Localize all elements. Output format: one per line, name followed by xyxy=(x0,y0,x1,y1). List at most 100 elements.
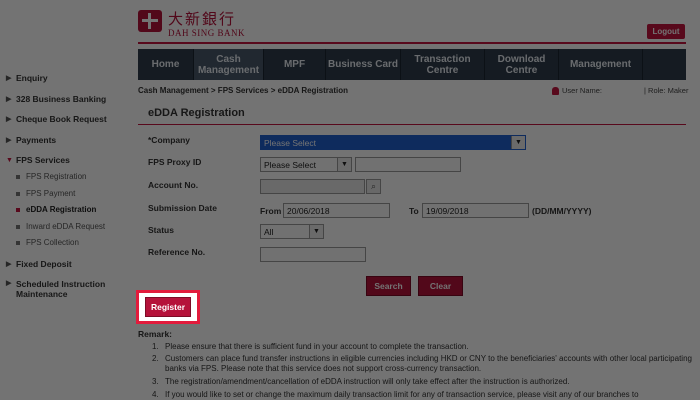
chevron-down-icon: ▼ xyxy=(511,136,525,149)
chevron-right-icon: ▶ xyxy=(6,137,12,144)
remark-item: 1. Please ensure that there is sufficien… xyxy=(152,342,692,352)
sidebar-subitem-inward-edda-request[interactable]: Inward eDDA Request xyxy=(16,222,105,231)
sidebar-subitem-edda-registration[interactable]: eDDA Registration xyxy=(16,205,96,214)
bank-logo-chinese: 大新銀行 xyxy=(168,10,237,28)
remark-item: 4. If you would like to set or change th… xyxy=(152,390,692,400)
bullet-icon xyxy=(16,240,20,245)
logout-button[interactable]: Logout xyxy=(647,24,685,39)
sidebar-item-label: FPS Services xyxy=(16,155,70,165)
page-title: eDDA Registration xyxy=(148,107,245,119)
to-label: To xyxy=(409,206,419,216)
sidebar-item-328-business-banking[interactable]: ▶ 328 Business Banking xyxy=(6,94,106,104)
main-nav: Home Cash Management MPF Business Card T… xyxy=(138,49,686,80)
date-format-hint: (DD/MM/YYYY) xyxy=(532,206,592,216)
title-divider xyxy=(138,124,686,125)
sidebar-subitem-label: FPS Registration xyxy=(26,172,87,181)
remark-number: 2. xyxy=(152,354,159,363)
chevron-right-icon: ▶ xyxy=(6,75,12,82)
bullet-icon xyxy=(16,224,20,229)
sidebar-item-label: Fixed Deposit xyxy=(16,259,72,269)
chevron-down-icon: ▼ xyxy=(309,225,323,238)
to-date-input[interactable]: 19/09/2018 xyxy=(422,203,529,218)
remark-text: The registration/amendment/cancellation … xyxy=(165,377,570,386)
sidebar-subitem-label: Inward eDDA Request xyxy=(26,222,106,231)
role-label: | Role: Maker xyxy=(644,86,689,95)
chevron-right-icon: ▶ xyxy=(6,280,12,287)
sidebar-item-label: Payments xyxy=(16,135,57,145)
sidebar-item-scheduled-instruction-maintenance[interactable]: ▶ Scheduled Instruction Maintenance xyxy=(6,279,124,299)
sidebar-subitem-label: eDDA Registration xyxy=(26,205,97,214)
to-date-value: 19/09/2018 xyxy=(426,205,469,216)
remark-text: If you would like to set or change the m… xyxy=(165,390,639,399)
sidebar-subitem-fps-payment[interactable]: FPS Payment xyxy=(16,189,75,198)
user-icon xyxy=(552,86,559,95)
sidebar-item-payments[interactable]: ▶ Payments xyxy=(6,135,56,145)
nav-management[interactable]: Management xyxy=(559,49,643,80)
bullet-icon xyxy=(16,207,20,212)
from-date-value: 20/06/2018 xyxy=(287,205,330,216)
status-select-value: All xyxy=(264,226,274,237)
reference-label: Reference No. xyxy=(148,247,206,257)
remark-item: 3. The registration/amendment/cancellati… xyxy=(152,377,692,387)
reference-input[interactable] xyxy=(260,247,366,262)
breadcrumb: Cash Management > FPS Services > eDDA Re… xyxy=(138,86,348,95)
chevron-right-icon: ▶ xyxy=(6,96,12,103)
fps-proxy-label: FPS Proxy ID xyxy=(148,157,202,167)
chevron-right-icon: ▶ xyxy=(6,116,12,123)
sidebar-subitem-label: FPS Payment xyxy=(26,189,76,198)
sidebar-item-enquiry[interactable]: ▶ Enquiry xyxy=(6,73,48,83)
remark-number: 4. xyxy=(152,390,159,399)
bullet-icon xyxy=(16,191,20,196)
account-label: Account No. xyxy=(148,180,199,190)
lookup-icon[interactable]: ⌕ xyxy=(366,179,381,194)
nav-transaction-centre[interactable]: Transaction Centre xyxy=(401,49,485,80)
sidebar-item-label: Enquiry xyxy=(16,73,48,83)
sidebar-item-label: 328 Business Banking xyxy=(16,94,107,104)
sidebar-item-fixed-deposit[interactable]: ▶ Fixed Deposit xyxy=(6,259,72,269)
sidebar-item-label: Scheduled Instruction Maintenance xyxy=(16,279,106,299)
bullet-icon xyxy=(16,174,20,179)
clear-button[interactable]: Clear xyxy=(418,276,463,296)
user-info: User Name: | Role: Maker xyxy=(552,86,688,95)
sidebar-subitem-fps-collection[interactable]: FPS Collection xyxy=(16,238,79,247)
nav-download-centre[interactable]: Download Centre xyxy=(485,49,559,80)
status-select[interactable]: All ▼ xyxy=(260,224,324,239)
user-name-label: User Name: xyxy=(562,86,603,95)
nav-cash-management[interactable]: Cash Management xyxy=(194,49,264,80)
remark-text: Customers can place fund transfer instru… xyxy=(165,354,692,373)
fps-proxy-input[interactable] xyxy=(355,157,461,172)
chevron-right-icon: ▶ xyxy=(6,261,12,268)
company-select-value: Please Select xyxy=(264,137,316,148)
company-select[interactable]: Please Select ▼ xyxy=(260,135,526,150)
bank-logo[interactable]: 大新銀行 DAH SING BANK xyxy=(138,8,288,38)
search-button[interactable]: Search xyxy=(366,276,411,296)
nav-home[interactable]: Home xyxy=(138,49,194,80)
bank-logo-english: DAH SING BANK xyxy=(168,28,246,38)
page: 大新銀行 DAH SING BANK Logout Home Cash Mana… xyxy=(0,0,700,400)
remark-text: Please ensure that there is sufficient f… xyxy=(165,342,469,351)
nav-business-card[interactable]: Business Card xyxy=(326,49,401,80)
submission-date-label: Submission Date xyxy=(148,203,217,213)
register-button[interactable]: Register xyxy=(145,297,191,317)
chevron-down-icon: ▼ xyxy=(6,156,13,164)
sidebar-subitem-fps-registration[interactable]: FPS Registration xyxy=(16,172,86,181)
status-label: Status xyxy=(148,225,174,235)
sidebar-item-cheque-book-request[interactable]: ▶ Cheque Book Request xyxy=(6,114,107,124)
nav-mpf[interactable]: MPF xyxy=(264,49,326,80)
from-date-input[interactable]: 20/06/2018 xyxy=(283,203,390,218)
from-label: From xyxy=(260,206,282,216)
company-label: *Company xyxy=(148,135,191,145)
fps-proxy-select[interactable]: Please Select ▼ xyxy=(260,157,352,172)
remark-number: 1. xyxy=(152,342,159,351)
sidebar-subitem-label: FPS Collection xyxy=(26,238,79,247)
fps-proxy-select-value: Please Select xyxy=(264,159,316,170)
remark-item: 2. Customers can place fund transfer ins… xyxy=(152,354,692,374)
chevron-down-icon: ▼ xyxy=(337,158,351,171)
bank-logo-icon xyxy=(138,10,162,32)
header-divider xyxy=(138,42,686,44)
account-input[interactable] xyxy=(260,179,365,194)
sidebar-item-fps-services[interactable]: ▼ FPS Services xyxy=(6,155,70,165)
remark-number: 3. xyxy=(152,377,159,386)
remark-title: Remark: xyxy=(138,329,173,339)
sidebar-item-label: Cheque Book Request xyxy=(16,114,107,124)
